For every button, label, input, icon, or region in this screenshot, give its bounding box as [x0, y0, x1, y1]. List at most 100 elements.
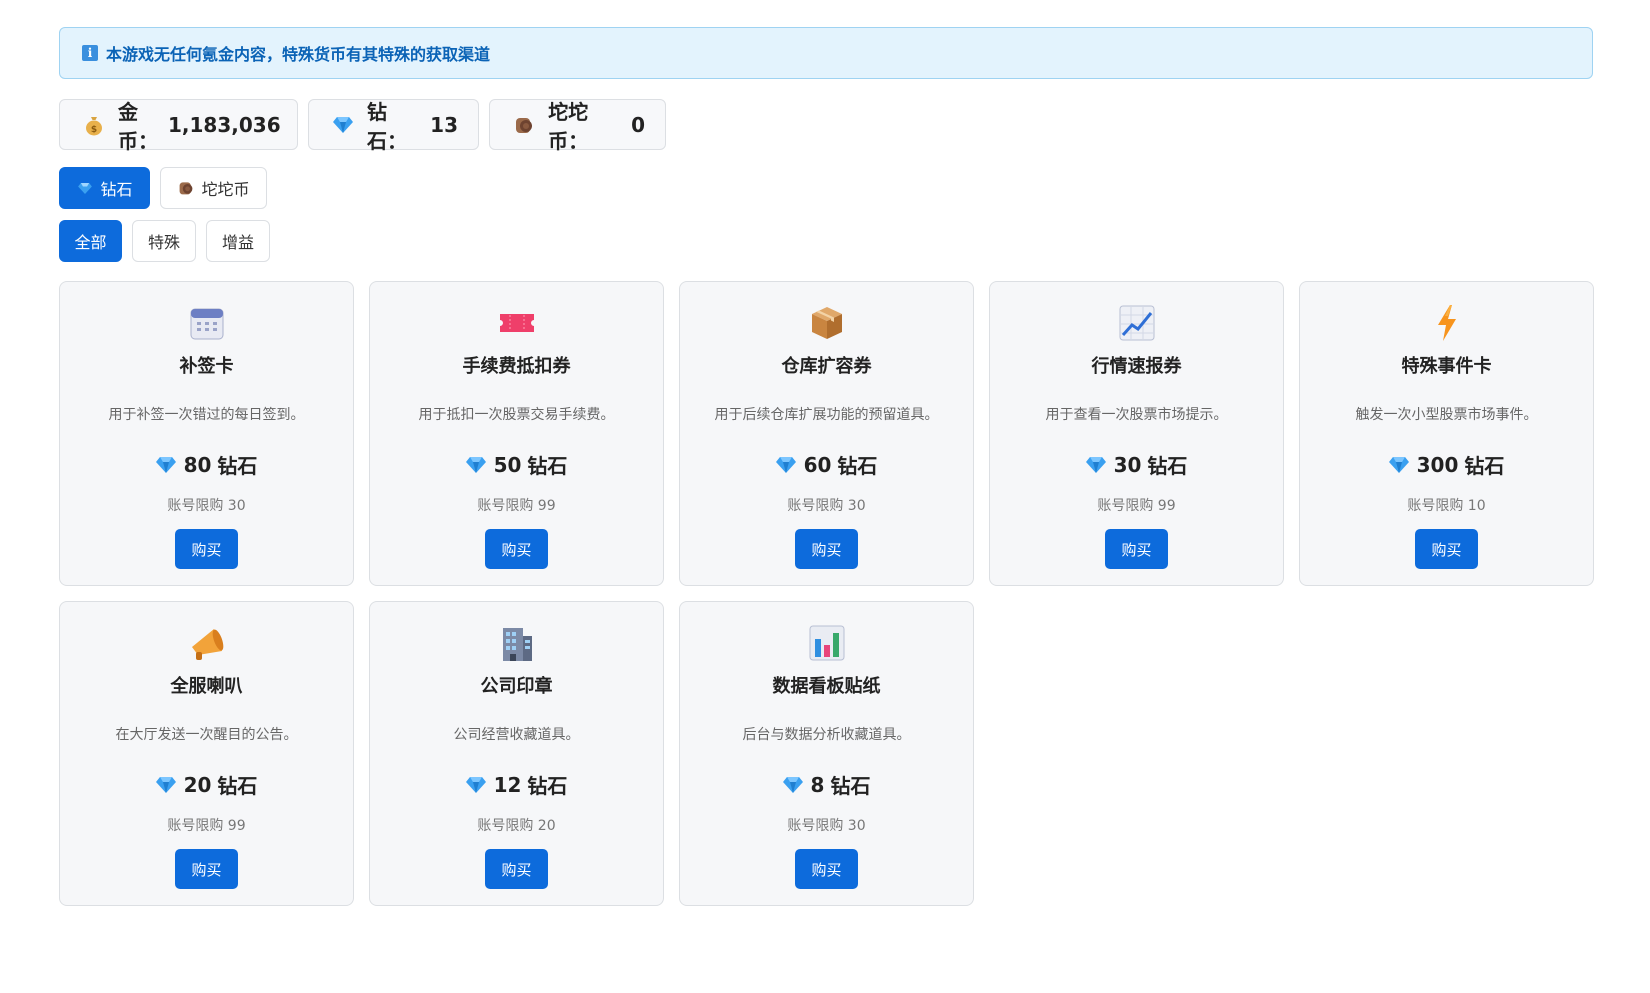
tuotuo-balance: 坨坨币： 0 [489, 99, 666, 153]
item-price: 300 钻石 [1388, 450, 1505, 479]
item-price: 20 钻石 [155, 770, 257, 799]
office-building-icon [498, 624, 536, 662]
info-icon: i [82, 45, 98, 61]
price-value: 60 [803, 452, 832, 477]
notice-text: 本游戏无任何氪金内容，特殊货币有其特殊的获取渠道 [106, 45, 491, 64]
buy-button[interactable]: 购买 [1415, 529, 1478, 569]
purchase-limit: 账号限购 99 [1097, 498, 1176, 514]
diamond-icon [465, 456, 486, 473]
svg-text:$: $ [91, 125, 97, 135]
price-value: 8 [810, 772, 825, 797]
item-card: 特殊事件卡 触发一次小型股票市场事件。 300 钻石 账号限购 10 购买 [1299, 281, 1594, 586]
price-unit: 钻石 [837, 454, 878, 478]
diamond-label: 钻石： [367, 99, 407, 153]
item-price: 50 钻石 [465, 450, 568, 479]
item-desc: 公司经营收藏道具。 [453, 727, 580, 743]
purchase-limit: 账号限购 30 [787, 498, 866, 514]
tuotuo-coin-icon [177, 179, 195, 197]
buy-button[interactable]: 购买 [485, 529, 548, 569]
diamond-icon [782, 776, 803, 793]
item-card: 全服喇叭 在大厅发送一次醒目的公告。 20 钻石 账号限购 99 购买 [59, 601, 354, 906]
tab-all[interactable]: 全部 [59, 220, 122, 262]
package-icon [808, 304, 846, 342]
item-card: 手续费抵扣券 用于抵扣一次股票交易手续费。 50 钻石 账号限购 99 购买 [369, 281, 664, 586]
item-card: 行情速报券 用于查看一次股票市场提示。 30 钻石 账号限购 99 购买 [989, 281, 1284, 586]
item-name: 特殊事件卡 [1401, 356, 1492, 377]
price-value: 30 [1113, 452, 1142, 477]
price-unit: 钻石 [527, 454, 568, 478]
item-price: 30 钻石 [1085, 450, 1188, 479]
gold-label: 金币： [118, 99, 158, 153]
chart-up-icon [1118, 304, 1156, 342]
megaphone-icon [188, 624, 226, 662]
item-name: 行情速报券 [1091, 356, 1182, 377]
item-price: 8 钻石 [782, 770, 871, 799]
ticket-icon [498, 304, 536, 342]
price-value: 300 [1416, 452, 1459, 477]
gold-value: 1,183,036 [168, 112, 281, 137]
item-name: 公司印章 [480, 676, 553, 697]
item-grid: 补签卡 用于补签一次错过的每日签到。 80 钻石 账号限购 30 购买 手续费抵… [59, 281, 1595, 906]
diamond-balance: 钻石： 13 [308, 99, 479, 153]
item-name: 数据看板贴纸 [772, 676, 881, 697]
diamond-icon [155, 456, 176, 473]
tuotuo-coin-icon [514, 114, 534, 136]
purchase-limit: 账号限购 10 [1407, 498, 1486, 514]
price-unit: 钻石 [1147, 454, 1188, 478]
purchase-limit: 账号限购 99 [167, 818, 246, 834]
buy-button[interactable]: 购买 [175, 849, 238, 889]
diamond-icon [155, 776, 176, 793]
tab-tuotuo-label: 坨坨币 [201, 180, 250, 199]
purchase-limit: 账号限购 20 [477, 818, 556, 834]
buy-button[interactable]: 购买 [175, 529, 238, 569]
lightning-icon [1428, 304, 1466, 342]
price-unit: 钻石 [830, 774, 871, 798]
tuotuo-value: 0 [631, 112, 645, 137]
diamond-icon [1085, 456, 1106, 473]
diamond-icon [333, 114, 353, 136]
diamond-icon [1388, 456, 1409, 473]
diamond-value: 13 [430, 112, 458, 137]
purchase-limit: 账号限购 30 [167, 498, 246, 514]
buy-button[interactable]: 购买 [485, 849, 548, 889]
diamond-icon [76, 179, 94, 197]
price-unit: 钻石 [217, 454, 258, 478]
tab-boost[interactable]: 增益 [206, 220, 270, 262]
item-desc: 用于抵扣一次股票交易手续费。 [418, 407, 615, 423]
gold-balance: $ 金币： 1,183,036 [59, 99, 298, 153]
item-desc: 用于补签一次错过的每日签到。 [108, 407, 305, 423]
price-value: 12 [493, 772, 522, 797]
balance-bar: $ 金币： 1,183,036 钻石： 13 坨坨币： 0 [59, 99, 666, 153]
category-tabs: 全部 特殊 增益 [59, 220, 270, 262]
item-card: 数据看板贴纸 后台与数据分析收藏道具。 8 钻石 账号限购 30 购买 [679, 601, 974, 906]
price-value: 80 [183, 452, 212, 477]
item-price: 80 钻石 [155, 450, 258, 479]
item-name: 仓库扩容券 [781, 356, 872, 377]
price-unit: 钻石 [1464, 454, 1505, 478]
tab-special[interactable]: 特殊 [132, 220, 196, 262]
item-name: 全服喇叭 [170, 676, 243, 697]
money-bag-icon: $ [84, 114, 104, 136]
item-desc: 用于查看一次股票市场提示。 [1045, 407, 1228, 423]
item-desc: 后台与数据分析收藏道具。 [742, 727, 911, 743]
buy-button[interactable]: 购买 [1105, 529, 1168, 569]
tab-tuotuo[interactable]: 坨坨币 [160, 167, 267, 209]
tab-diamond[interactable]: 钻石 [59, 167, 150, 209]
notice-banner: i 本游戏无任何氪金内容，特殊货币有其特殊的获取渠道 [59, 27, 1593, 79]
item-price: 12 钻石 [465, 770, 568, 799]
price-value: 20 [183, 772, 212, 797]
price-value: 50 [493, 452, 522, 477]
currency-tabs: 钻石 坨坨币 [59, 167, 267, 209]
item-desc: 触发一次小型股票市场事件。 [1355, 407, 1538, 423]
diamond-icon [465, 776, 486, 793]
item-name: 补签卡 [179, 356, 234, 377]
item-price: 60 钻石 [775, 450, 878, 479]
buy-button[interactable]: 购买 [795, 849, 858, 889]
item-card: 补签卡 用于补签一次错过的每日签到。 80 钻石 账号限购 30 购买 [59, 281, 354, 586]
tab-diamond-label: 钻石 [100, 180, 133, 199]
item-desc: 用于后续仓库扩展功能的预留道具。 [714, 407, 939, 423]
bar-chart-icon [808, 624, 846, 662]
price-unit: 钻石 [527, 774, 568, 798]
item-desc: 在大厅发送一次醒目的公告。 [115, 727, 298, 743]
buy-button[interactable]: 购买 [795, 529, 858, 569]
